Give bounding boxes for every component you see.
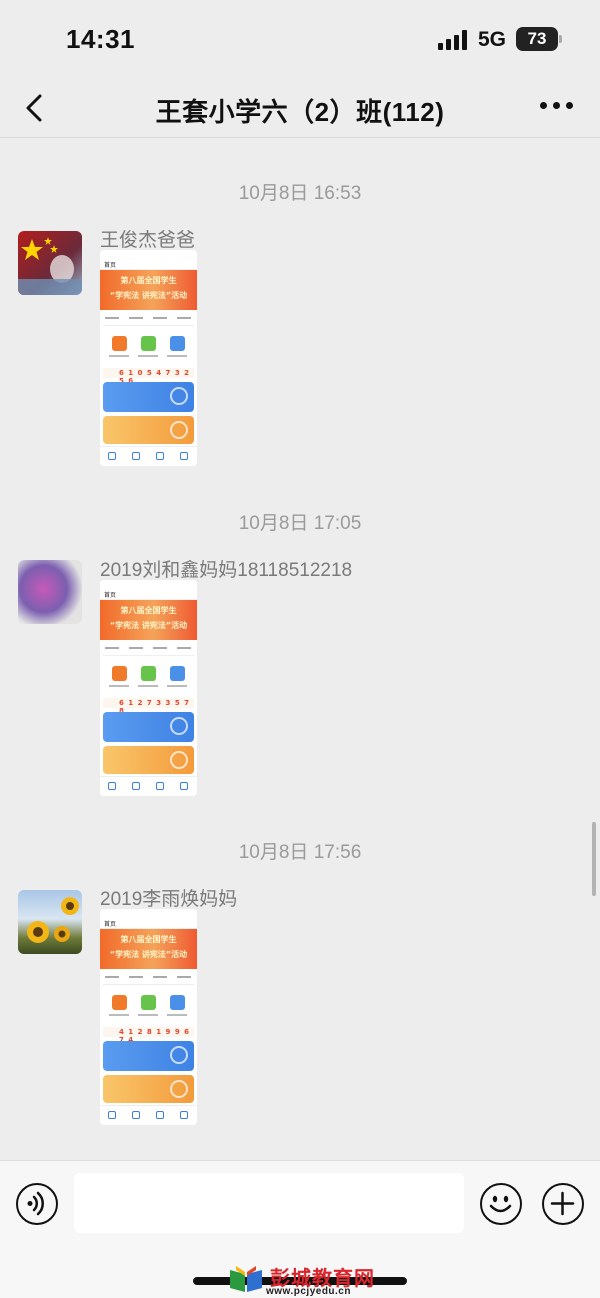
shot-home-label: 首页 <box>104 921 117 928</box>
shot-count: 6 1 2 7 3 3 5 7 8 <box>103 698 194 715</box>
shot-header: 首页 <box>100 909 197 929</box>
shot-banner-line1: 第八届全国学生 <box>120 935 177 944</box>
more-icon[interactable] <box>540 102 574 112</box>
shot-home-label: 首页 <box>104 262 117 269</box>
shot-tabbar <box>100 1105 197 1125</box>
sender-name: 2019李雨焕妈妈 <box>100 889 238 910</box>
shot-count: 4 1 2 8 1 9 9 6 7 4 <box>103 1027 194 1044</box>
shot-home-label: 首页 <box>104 592 117 599</box>
shot-info <box>103 314 194 326</box>
avatar[interactable] <box>18 231 82 295</box>
shot-info <box>103 644 194 656</box>
shot-card-blue <box>103 712 194 742</box>
sender-name: 王俊杰爸爸 <box>100 230 196 251</box>
shot-banner-line2: “学宪法 讲宪法”活动 <box>109 291 188 300</box>
plus-icon <box>550 1191 575 1216</box>
chat-title: 王套小学六（2）班(112) <box>155 97 445 127</box>
shot-tiles <box>100 993 197 1021</box>
shot-card-orange <box>103 746 194 774</box>
shot-header: 首页 <box>100 580 197 600</box>
shot-banner: 第八届全国学生 “学宪法 讲宪法”活动 <box>100 600 197 640</box>
status-bar: 14:31 5G 73 <box>0 0 600 80</box>
message-timestamp: 10月8日 17:56 <box>238 842 362 863</box>
sender-name: 2019刘和鑫妈妈18118512218 <box>100 560 353 581</box>
shot-card-blue <box>103 382 194 412</box>
voice-button[interactable] <box>16 1183 58 1225</box>
emoji-icon <box>489 1195 512 1213</box>
shot-header: 首页 <box>100 250 197 270</box>
shot-card-orange <box>103 416 194 444</box>
shot-info <box>103 973 194 985</box>
message-timestamp: 10月8日 16:53 <box>238 183 362 204</box>
shot-card-orange <box>103 1075 194 1103</box>
emoji-button[interactable] <box>480 1183 522 1225</box>
shot-tabbar <box>100 446 197 466</box>
battery-icon: 73 <box>516 27 562 51</box>
plus-button[interactable] <box>542 1183 584 1225</box>
avatar[interactable] <box>18 560 82 624</box>
voice-icon <box>27 1191 44 1216</box>
watermark-url: www.pcjyedu.cn <box>266 1286 351 1297</box>
shot-banner-line1: 第八届全国学生 <box>120 276 177 285</box>
scrollbar[interactable] <box>592 822 596 896</box>
image-message[interactable]: 首页 第八届全国学生 “学宪法 讲宪法”活动 4 1 2 8 1 9 9 6 7… <box>100 909 197 1125</box>
shot-banner: 第八届全国学生 “学宪法 讲宪法”活动 <box>100 270 197 310</box>
shot-tiles <box>100 664 197 692</box>
image-message[interactable]: 首页 第八届全国学生 “学宪法 讲宪法”活动 6 1 2 7 3 3 5 7 8 <box>100 580 197 796</box>
shot-banner-line1: 第八届全国学生 <box>120 606 177 615</box>
book-logo-icon <box>230 1266 262 1292</box>
shot-count: 6 1 0 5 4 7 3 2 5 6 <box>103 368 194 385</box>
shot-banner: 第八届全国学生 “学宪法 讲宪法”活动 <box>100 929 197 969</box>
avatar[interactable] <box>18 890 82 954</box>
message-timestamp: 10月8日 17:05 <box>238 513 362 534</box>
shot-card-blue <box>103 1041 194 1071</box>
shot-banner-line2: “学宪法 讲宪法”活动 <box>109 621 188 630</box>
nav-bar: 王套小学六（2）班(112) <box>0 80 600 138</box>
watermark: 彭城教育网 www.pcjyedu.cn <box>228 1262 418 1298</box>
network-type: 5G <box>478 28 507 51</box>
shot-tiles <box>100 334 197 362</box>
shot-banner-line2: “学宪法 讲宪法”活动 <box>109 950 188 959</box>
signal-icon <box>438 30 470 50</box>
message-input[interactable] <box>74 1173 464 1233</box>
status-time: 14:31 <box>66 24 135 54</box>
image-message[interactable]: 首页 第八届全国学生 “学宪法 讲宪法”活动 6 1 0 5 4 7 3 2 5… <box>100 250 197 466</box>
shot-tabbar <box>100 776 197 796</box>
